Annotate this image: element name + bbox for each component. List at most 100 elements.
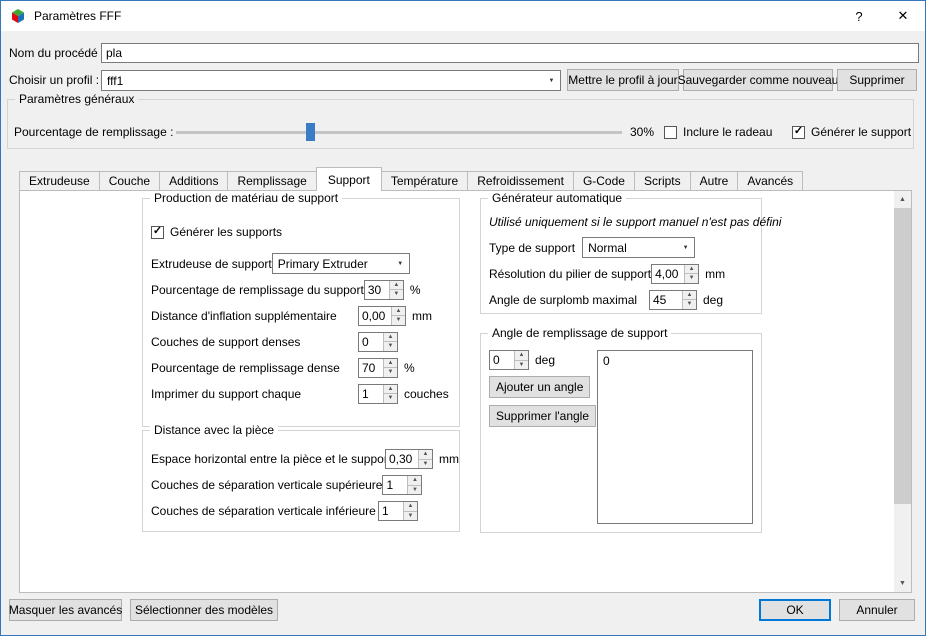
max-overhang-spinner[interactable]: ▲▼ [649, 289, 697, 310]
lower-separation-input[interactable] [379, 502, 403, 520]
title-bar[interactable]: Paramètres FFF ? ✕ [1, 1, 925, 31]
horizontal-offset-spinner[interactable]: ▲▼ [385, 449, 433, 469]
upper-separation-input[interactable] [383, 476, 408, 494]
part-distance-group-title: Distance avec la pièce [150, 423, 279, 437]
tab-gcode[interactable]: G-Code [572, 171, 635, 191]
generate-support-checkbox[interactable]: ✓ [792, 125, 805, 139]
spin-down-icon[interactable]: ▼ [404, 511, 417, 520]
chevron-down-icon: ▼ [548, 77, 555, 84]
scroll-down-icon[interactable]: ▼ [894, 575, 911, 592]
spin-up-icon[interactable]: ▲ [683, 290, 696, 300]
spin-up-icon[interactable]: ▲ [384, 384, 397, 394]
close-button[interactable]: ✕ [881, 1, 925, 31]
print-support-every-unit: couches [404, 386, 449, 401]
generate-supports-checkbox[interactable]: ✓ [151, 225, 164, 239]
settings-tab-bar: Extrudeuse Couche Additions Remplissage … [19, 167, 804, 191]
print-support-every-spinner[interactable]: ▲▼ [358, 383, 398, 404]
support-extruder-select[interactable]: Primary Extruder ▼ [271, 253, 410, 274]
dense-support-layers-row: Couches de support denses ▲▼ [151, 331, 459, 352]
spin-down-icon[interactable]: ▼ [685, 274, 699, 283]
profile-select-value: fff1 [107, 73, 124, 88]
hide-advanced-button[interactable]: Masquer les avancés [9, 599, 122, 621]
panel-scrollbar[interactable]: ▲ ▼ [894, 191, 911, 592]
add-angle-button[interactable]: Ajouter un angle [489, 376, 591, 398]
support-infill-input[interactable] [364, 280, 389, 299]
remove-angle-button[interactable]: Supprimer l'angle [489, 405, 597, 427]
scroll-thumb[interactable] [894, 208, 911, 504]
pillar-resolution-spinner[interactable]: ▲▼ [651, 263, 700, 284]
spin-down-icon[interactable]: ▼ [392, 316, 405, 325]
tab-scripts[interactable]: Scripts [633, 171, 691, 191]
print-support-every-input[interactable] [359, 384, 383, 403]
spin-down-icon[interactable]: ▼ [515, 360, 528, 369]
ok-button[interactable]: OK [759, 599, 831, 621]
lower-separation-spinner[interactable]: ▲▼ [378, 501, 418, 521]
horizontal-offset-input[interactable] [386, 450, 418, 468]
support-material-group-title: Production de matériau de support [150, 191, 343, 205]
tab-remplissage[interactable]: Remplissage [227, 171, 317, 191]
profile-select[interactable]: fff1 ▼ [101, 70, 561, 91]
angle-input[interactable] [490, 351, 514, 369]
tab-temperature[interactable]: Température [380, 171, 469, 191]
tab-support[interactable]: Support [315, 167, 382, 191]
dense-infill-input[interactable] [359, 358, 383, 377]
spin-up-icon[interactable]: ▲ [389, 280, 403, 290]
help-button[interactable]: ? [837, 1, 881, 31]
include-raft-checkbox-row: ✓ Inclure le radeau [664, 125, 772, 139]
tab-avances[interactable]: Avancés [737, 171, 804, 191]
support-extruder-row: Extrudeuse de support Primary Extruder ▼ [151, 253, 459, 274]
spin-up-icon[interactable]: ▲ [404, 502, 417, 512]
spin-down-icon[interactable]: ▼ [389, 290, 403, 299]
support-type-select[interactable]: Normal ▼ [582, 237, 696, 258]
process-name-input[interactable] [101, 43, 919, 63]
support-infill-label: Pourcentage de remplissage du support [151, 282, 364, 297]
scroll-up-icon[interactable]: ▲ [894, 191, 911, 208]
cancel-button[interactable]: Annuler [839, 599, 915, 621]
max-overhang-input[interactable] [650, 290, 682, 309]
dense-support-layers-spinner[interactable]: ▲▼ [358, 331, 398, 352]
pillar-resolution-input[interactable] [652, 264, 685, 283]
pillar-resolution-label: Résolution du pilier de support [489, 266, 652, 281]
support-infill-spinner[interactable]: ▲▼ [363, 279, 404, 300]
general-settings-group: Paramètres généraux Pourcentage de rempl… [7, 92, 914, 149]
include-raft-label: Inclure le radeau [683, 125, 773, 139]
include-raft-checkbox[interactable]: ✓ [664, 125, 677, 139]
tab-extrudeuse[interactable]: Extrudeuse [19, 171, 100, 191]
spin-up-icon[interactable]: ▲ [384, 358, 397, 368]
spin-up-icon[interactable]: ▲ [515, 351, 528, 361]
slider-thumb[interactable] [305, 123, 315, 141]
spin-up-icon[interactable]: ▲ [392, 306, 405, 316]
support-infill-angle-group: Angle de remplissage de support ▲▼ deg A… [480, 326, 762, 533]
dense-support-layers-input[interactable] [359, 332, 383, 351]
support-angles-list[interactable]: 0 [597, 350, 753, 524]
spin-down-icon[interactable]: ▼ [384, 368, 397, 377]
upper-separation-spinner[interactable]: ▲▼ [382, 475, 423, 495]
spin-down-icon[interactable]: ▼ [419, 459, 432, 468]
infill-percentage-slider[interactable] [176, 122, 622, 142]
spin-up-icon[interactable]: ▲ [685, 264, 699, 274]
tab-couche[interactable]: Couche [98, 171, 161, 191]
tab-autre[interactable]: Autre [689, 171, 739, 191]
spin-down-icon[interactable]: ▼ [384, 394, 397, 403]
spin-down-icon[interactable]: ▼ [408, 485, 422, 494]
spin-down-icon[interactable]: ▼ [683, 300, 696, 309]
support-inflation-input[interactable] [359, 306, 391, 325]
tab-additions[interactable]: Additions [159, 171, 229, 191]
support-inflation-spinner[interactable]: ▲▼ [358, 305, 406, 326]
auto-generator-note: Utilisé uniquement si le support manuel … [489, 215, 782, 229]
save-as-new-button[interactable]: Sauvegarder comme nouveau [678, 69, 838, 91]
general-settings-group-title: Paramètres généraux [15, 92, 139, 106]
spin-up-icon[interactable]: ▲ [419, 450, 432, 460]
tab-refroidissement[interactable]: Refroidissement [467, 171, 574, 191]
select-models-button[interactable]: Sélectionner des modèles [130, 599, 278, 621]
support-infill-row: Pourcentage de remplissage du support ▲▼… [151, 279, 459, 300]
spin-up-icon[interactable]: ▲ [384, 332, 397, 342]
angle-spinner[interactable]: ▲▼ [489, 350, 529, 370]
delete-profile-button[interactable]: Supprimer [837, 69, 917, 91]
spin-up-icon[interactable]: ▲ [408, 476, 422, 486]
spin-down-icon[interactable]: ▼ [384, 342, 397, 351]
list-item[interactable]: 0 [603, 353, 747, 369]
upper-separation-row: Couches de séparation verticale supérieu… [151, 475, 459, 495]
update-profile-button[interactable]: Mettre le profil à jour [567, 69, 679, 91]
dense-infill-spinner[interactable]: ▲▼ [358, 357, 398, 378]
